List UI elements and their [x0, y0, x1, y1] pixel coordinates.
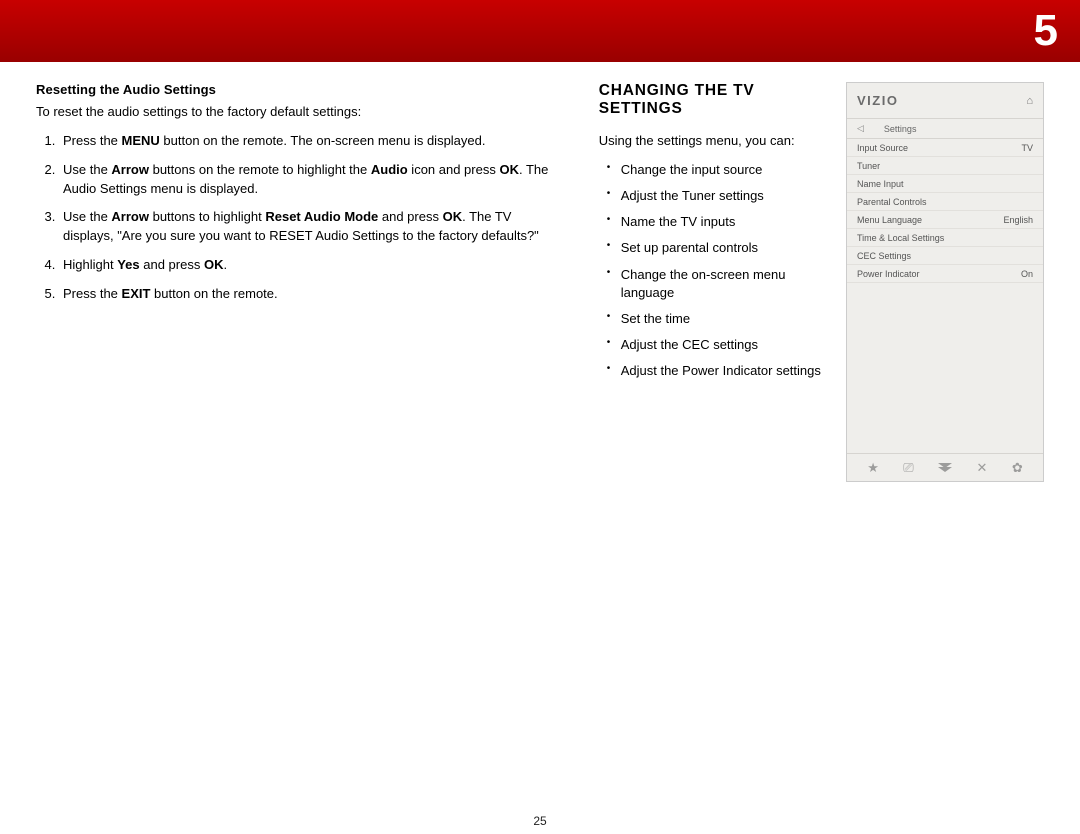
step-5: Press the EXIT button on the remote. [59, 285, 559, 304]
reset-audio-steps: Press the MENU button on the remote. The… [36, 132, 559, 304]
changing-tv-intro: Using the settings menu, you can: [599, 132, 828, 151]
osd-item-time: Time & Local Settings [847, 229, 1043, 247]
osd-item-label: CEC Settings [857, 251, 911, 261]
osd-item-label: Input Source [857, 143, 908, 153]
back-icon: ◁ [857, 123, 864, 134]
osd-item-menu-language: Menu Language English [847, 211, 1043, 229]
home-icon: ⌂ [1026, 95, 1033, 107]
step-4: Highlight Yes and press OK. [59, 256, 559, 275]
bullet: Change the on-screen menu language [607, 266, 828, 302]
osd-item-power-indicator: Power Indicator On [847, 265, 1043, 283]
right-column: CHANGING THE TV SETTINGS Using the setti… [599, 82, 828, 804]
osd-item-cec: CEC Settings [847, 247, 1043, 265]
osd-item-label: Parental Controls [857, 197, 927, 207]
step-1: Press the MENU button on the remote. The… [59, 132, 559, 151]
osd-breadcrumb: ◁ Settings [847, 119, 1043, 139]
bullet: Set the time [607, 310, 828, 328]
reset-audio-intro: To reset the audio settings to the facto… [36, 103, 559, 122]
osd-item-label: Power Indicator [857, 269, 920, 279]
osd-footer: ★ ⎚ ✕ ✿ [847, 453, 1043, 481]
bullet: Name the TV inputs [607, 213, 828, 231]
osd-item-name-input: Name Input [847, 175, 1043, 193]
step-3: Use the Arrow buttons to highlight Reset… [59, 208, 559, 246]
vizio-logo: VIZIO [857, 93, 898, 108]
vchip-icon [938, 463, 952, 473]
osd-item-label: Time & Local Settings [857, 233, 944, 243]
bullet: Set up parental controls [607, 239, 828, 257]
osd-header: VIZIO ⌂ [847, 83, 1043, 119]
osd-item-input-source: Input Source TV [847, 139, 1043, 157]
bullet: Adjust the Power Indicator settings [607, 362, 828, 380]
tv-settings-panel: VIZIO ⌂ ◁ Settings Input Source TV Tuner [846, 82, 1044, 482]
page-number: 25 [0, 814, 1080, 828]
osd-item-value: English [1003, 215, 1033, 225]
osd-item-label: Name Input [857, 179, 904, 189]
changing-tv-bullets: Change the input source Adjust the Tuner… [599, 161, 828, 381]
osd-item-value: On [1021, 269, 1033, 279]
cc-icon: ⎚ [903, 460, 913, 476]
osd-item-tuner: Tuner [847, 157, 1043, 175]
osd-item-label: Menu Language [857, 215, 922, 225]
gear-icon: ✿ [1012, 460, 1023, 476]
bullet: Adjust the CEC settings [607, 336, 828, 354]
osd-item-parental: Parental Controls [847, 193, 1043, 211]
osd-item-label: Tuner [857, 161, 880, 171]
osd-item-value: TV [1021, 143, 1033, 153]
section-banner: 5 [0, 0, 1080, 62]
star-icon: ★ [867, 460, 879, 476]
bullet: Change the input source [607, 161, 828, 179]
reset-audio-heading: Resetting the Audio Settings [36, 82, 559, 97]
changing-tv-heading: CHANGING THE TV SETTINGS [599, 82, 828, 118]
left-column: Resetting the Audio Settings To reset th… [36, 82, 559, 804]
close-icon: ✕ [977, 460, 988, 476]
step-2: Use the Arrow buttons on the remote to h… [59, 161, 559, 199]
section-number: 5 [1034, 6, 1058, 56]
breadcrumb-label: Settings [884, 124, 917, 134]
bullet: Adjust the Tuner settings [607, 187, 828, 205]
